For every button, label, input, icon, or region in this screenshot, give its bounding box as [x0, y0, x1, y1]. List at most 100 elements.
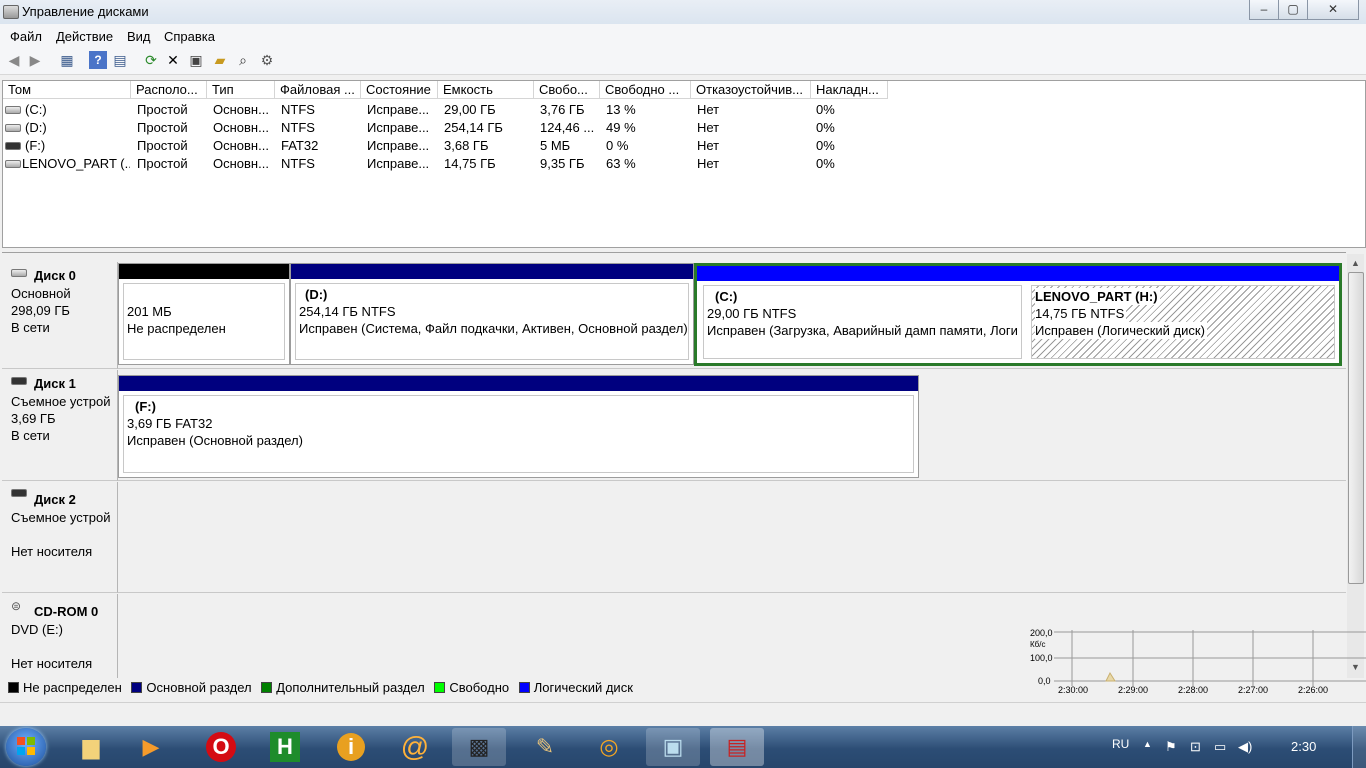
- vertical-scrollbar[interactable]: ▲ ▼: [1347, 254, 1364, 678]
- graph-y-label: 100,0: [1030, 653, 1053, 663]
- cell-free-percent: 49 %: [606, 120, 636, 135]
- settings-icon[interactable]: ⚙: [258, 51, 276, 69]
- volume-icon[interactable]: ◀): [1238, 739, 1252, 755]
- partition-bar: [1026, 266, 1339, 281]
- windows-logo-piece: [27, 747, 35, 755]
- cell-capacity: 254,14 ГБ: [444, 120, 503, 135]
- cell-overhead: 0%: [816, 102, 835, 117]
- file-explorer-icon[interactable]: ▆: [64, 728, 118, 766]
- table-row[interactable]: (C:) Простой Основн... NTFS Исправе... 2…: [3, 101, 1363, 119]
- drive-icon: [11, 269, 27, 277]
- refresh-icon[interactable]: ⟳: [142, 51, 160, 69]
- search-icon[interactable]: ⌕: [234, 51, 252, 69]
- delete-icon[interactable]: ✕: [164, 51, 182, 69]
- cell-filesystem: FAT32: [281, 138, 319, 153]
- at-sign-icon[interactable]: @: [388, 728, 442, 766]
- disk-type: Основной: [11, 286, 71, 301]
- disk-name: Диск 0: [34, 268, 76, 283]
- menu-view[interactable]: Вид: [127, 29, 151, 44]
- cell-fault-tolerance: Нет: [697, 138, 720, 153]
- cdrom-0-label[interactable]: ⊜ CD-ROM 0 DVD (E:) Нет носителя: [2, 594, 118, 678]
- column-layout[interactable]: Располо...: [131, 81, 207, 99]
- scroll-up-arrow[interactable]: ▲: [1351, 258, 1360, 268]
- column-filesystem[interactable]: Файловая ...: [275, 81, 361, 99]
- table-row[interactable]: (F:) Простой Основн... FAT32 Исправе... …: [3, 137, 1363, 155]
- partition-status: Исправен (Основной раздел): [127, 433, 303, 448]
- column-fault-tolerance[interactable]: Отказоустойчив...: [691, 81, 811, 99]
- media-player-icon[interactable]: ▶: [124, 728, 178, 766]
- help-icon[interactable]: ?: [89, 51, 107, 69]
- cell-overhead: 0%: [816, 120, 835, 135]
- network-icon[interactable]: ▭: [1214, 739, 1226, 755]
- column-status[interactable]: Состояние: [361, 81, 438, 99]
- properties-icon[interactable]: ▣: [187, 51, 205, 69]
- column-overhead[interactable]: Накладн...: [811, 81, 888, 99]
- remote-desktop-icon[interactable]: ▣: [646, 728, 700, 766]
- table-row[interactable]: LENOVO_PART (... Простой Основн... NTFS …: [3, 155, 1363, 173]
- drive-icon: [5, 124, 21, 132]
- disk-1-label[interactable]: Диск 1 Съемное устрой 3,69 ГБ В сети: [2, 370, 118, 481]
- app-h-icon[interactable]: H: [258, 728, 312, 766]
- activity-graph-svg: 200,0 Кб/с 100,0 0,0 2:30:00 2:29:00 2:2…: [1030, 628, 1366, 695]
- column-capacity[interactable]: Емкость: [438, 81, 534, 99]
- flag-icon[interactable]: ⚑: [1165, 739, 1177, 755]
- removable-drive-icon: [11, 489, 27, 497]
- close-button[interactable]: ✕: [1307, 0, 1359, 20]
- properties-grid-icon[interactable]: ▦: [58, 51, 76, 69]
- cell-layout: Простой: [137, 120, 188, 135]
- scroll-thumb[interactable]: [1348, 272, 1364, 584]
- forward-icon[interactable]: ▶: [26, 51, 44, 69]
- language-indicator[interactable]: RU: [1112, 737, 1129, 751]
- partition-d[interactable]: (D:) 254,14 ГБ NTFS Исправен (Система, Ф…: [290, 263, 694, 365]
- partition-lenovo-h[interactable]: LENOVO_PART (H:) 14,75 ГБ NTFS Исправен …: [1026, 263, 1342, 366]
- partition-f[interactable]: (F:) 3,69 ГБ FAT32 Исправен (Основной ра…: [118, 375, 919, 478]
- film-projector-icon[interactable]: ▩: [452, 728, 506, 766]
- usb-device-icon[interactable]: ⊡: [1190, 739, 1201, 755]
- partition-size: 29,00 ГБ NTFS: [707, 306, 797, 321]
- title-bar: Управление дисками – ▢ ✕: [0, 0, 1366, 24]
- cell-filesystem: NTFS: [281, 156, 315, 171]
- partition-size: 3,69 ГБ FAT32: [127, 416, 213, 431]
- menu-file[interactable]: Файл: [10, 29, 42, 44]
- legend-label: Основной раздел: [146, 680, 252, 695]
- legend-swatch: [518, 682, 530, 693]
- table-row[interactable]: (D:) Простой Основн... NTFS Исправе... 2…: [3, 119, 1363, 137]
- graph-y-label: 200,0: [1030, 628, 1053, 638]
- minimize-button[interactable]: –: [1249, 0, 1279, 20]
- disk-size: 298,09 ГБ: [11, 303, 70, 318]
- info-icon[interactable]: i: [324, 728, 378, 766]
- disk-0-label[interactable]: Диск 0 Основной 298,09 ГБ В сети: [2, 262, 118, 369]
- disk-2-label[interactable]: Диск 2 Съемное устрой Нет носителя: [2, 482, 118, 593]
- console-icon[interactable]: ▤: [111, 51, 129, 69]
- tray-expand-icon[interactable]: ▲: [1143, 739, 1152, 749]
- back-icon[interactable]: ◀: [5, 51, 23, 69]
- partition-c[interactable]: (C:) 29,00 ГБ NTFS Исправен (Загрузка, А…: [694, 263, 1029, 366]
- toolbox-icon[interactable]: ▤: [710, 728, 764, 766]
- cell-free-percent: 13 %: [606, 102, 636, 117]
- partition-status: Не распределен: [127, 321, 226, 336]
- partition-body: LENOVO_PART (H:) 14,75 ГБ NTFS Исправен …: [1031, 285, 1335, 359]
- cell-free: 9,35 ГБ: [540, 156, 585, 171]
- column-volume[interactable]: Том: [3, 81, 131, 99]
- open-icon[interactable]: ▰: [211, 51, 229, 69]
- partition-unallocated[interactable]: 201 МБ Не распределен: [118, 263, 290, 365]
- menu-help[interactable]: Справка: [164, 29, 215, 44]
- clock[interactable]: 2:30: [1291, 739, 1316, 754]
- maximize-button[interactable]: ▢: [1278, 0, 1308, 20]
- show-desktop-button[interactable]: [1352, 726, 1366, 768]
- partition-body: 201 МБ Не распределен: [123, 283, 285, 360]
- column-free[interactable]: Свобо...: [534, 81, 600, 99]
- cell-free: 5 МБ: [540, 138, 571, 153]
- cell-type: Основн...: [213, 156, 269, 171]
- menu-action[interactable]: Действие: [56, 29, 113, 44]
- opera-icon[interactable]: O: [194, 728, 248, 766]
- legend-item-free: Свободно: [434, 680, 509, 695]
- network-app-icon[interactable]: ◎: [582, 728, 636, 766]
- graph-x-label: 2:27:00: [1238, 685, 1268, 695]
- column-free-percent[interactable]: Свободно ...: [600, 81, 691, 99]
- cell-volume: (F:): [25, 138, 46, 153]
- column-type[interactable]: Тип: [207, 81, 275, 99]
- paint-icon[interactable]: ✎: [518, 728, 572, 766]
- start-button[interactable]: [6, 728, 46, 766]
- cell-fault-tolerance: Нет: [697, 156, 720, 171]
